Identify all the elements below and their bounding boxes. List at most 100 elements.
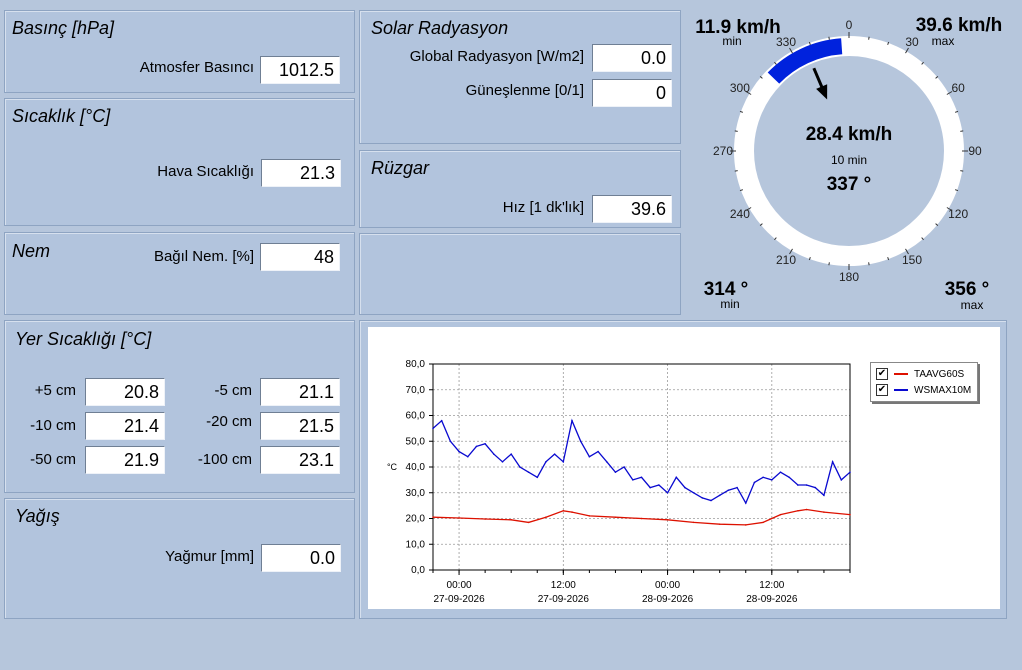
data-point: [814, 486, 817, 489]
soil-value-m20: 21.5: [260, 412, 340, 440]
soil-label-m5: -5 cm: [214, 382, 253, 399]
y-tick-label: 30,0: [406, 488, 426, 499]
data-point: [771, 479, 773, 481]
rain-value: 0.0: [261, 544, 341, 572]
chart-area: 80,0 70,0 60,0 50,0 40,0 30,0 20,0 10,0 0,0 °C 00:…: [368, 327, 1000, 609]
data-point: [458, 517, 460, 519]
wind-direction-gauge: 030609012015018021024027030033028.4 km/h…: [695, 15, 1003, 312]
data-point: [692, 521, 695, 524]
data-point: [519, 466, 521, 468]
data-point: [718, 494, 721, 497]
x-tick-label: 00:00: [655, 580, 680, 591]
data-point: [701, 497, 704, 499]
direction-range-arc: [767, 38, 843, 84]
center-speed: 28.4 km/h: [806, 124, 893, 145]
rain-panel: Yağış Yağmur [mm] 0.0: [4, 498, 355, 619]
data-point: [744, 502, 747, 504]
gauge-tick: [734, 130, 738, 132]
data-point: [779, 471, 782, 473]
soil-title: Yer Sıcaklığı [°C]: [15, 329, 152, 349]
data-point: [432, 516, 434, 519]
series-line-taavg60s: [432, 508, 851, 526]
soil-label-5: +5 cm: [34, 382, 76, 399]
data-point: [605, 461, 608, 463]
data-point: [823, 494, 825, 497]
x-tick-date: 28-09-2026: [746, 594, 798, 605]
data-point: [545, 516, 547, 519]
soil-label-m20: -20 cm: [206, 413, 252, 430]
speed-max: 39.6 km/h: [916, 15, 1003, 36]
data-point: [797, 509, 799, 512]
y-tick-label: 70,0: [406, 385, 426, 396]
speed-max-label: max: [932, 34, 955, 48]
legend-item-wsmax10m[interactable]: ✔ WSMAX10M: [876, 383, 971, 397]
direction-max-label: max: [961, 298, 984, 312]
data-point: [640, 476, 643, 479]
gauge-tick-label: 270: [713, 144, 733, 158]
data-point: [805, 508, 808, 511]
empty-panel: [359, 233, 681, 315]
avg-period-label: 10 min: [831, 153, 867, 167]
data-point: [718, 523, 721, 525]
legend-swatch: [894, 389, 908, 391]
legend-checkbox-icon[interactable]: ✔: [876, 368, 888, 380]
humidity-panel: Nem Bağıl Nem. [%] 48: [4, 232, 355, 315]
data-point: [684, 486, 686, 489]
data-point: [779, 513, 782, 516]
gauge-tick: [868, 36, 870, 40]
soil-value-5: 20.8: [85, 378, 165, 406]
data-point: [571, 511, 573, 513]
gauge-tick-label: 240: [730, 207, 750, 221]
solar-title: Solar Radyasyon: [371, 18, 509, 38]
data-point: [588, 455, 591, 458]
gauge-tick-label: 300: [730, 81, 750, 95]
soil-value-m10: 21.4: [85, 412, 165, 440]
x-tick-label: 12:00: [759, 580, 784, 591]
legend-checkbox-icon[interactable]: ✔: [876, 384, 888, 396]
soil-value-m100: 23.1: [260, 446, 340, 474]
y-tick-label: 20,0: [406, 514, 426, 525]
gauge-tick-label: 210: [776, 253, 796, 267]
y-tick-label: 40,0: [406, 462, 426, 473]
rain-label: Yağmur [mm]: [165, 548, 254, 565]
data-point: [579, 440, 582, 443]
wind-panel: Rüzgar Hız [1 dk'lık] 39.6: [359, 150, 681, 228]
data-point: [623, 466, 625, 468]
data-point: [440, 419, 443, 422]
data-point: [571, 419, 573, 422]
wind-speed-value: 39.6: [592, 195, 672, 223]
legend-swatch: [894, 373, 908, 375]
y-tick-label: 0,0: [411, 565, 425, 576]
data-point: [849, 513, 851, 516]
pressure-value: 1012.5: [260, 56, 340, 84]
temperature-title: Sıcaklık [°C]: [12, 106, 111, 126]
data-point: [449, 440, 452, 443]
data-point: [632, 479, 634, 481]
legend-item-taavg60s[interactable]: ✔ TAAVG60S: [876, 367, 964, 381]
x-tick-date: 28-09-2026: [642, 594, 694, 605]
sunshine-label: Güneşlenme [0/1]: [465, 82, 584, 99]
data-point: [588, 515, 591, 517]
data-point: [727, 489, 730, 491]
center-direction: 337 °: [827, 174, 872, 195]
data-point: [527, 521, 530, 524]
gauge-tick-label: 120: [948, 207, 968, 221]
x-tick-date: 27-09-2026: [433, 594, 485, 605]
data-point: [545, 461, 547, 463]
gauge-tick: [868, 262, 870, 266]
data-point: [649, 486, 651, 489]
temperature-value: 21.3: [261, 159, 341, 187]
x-tick-date: 27-09-2026: [538, 594, 590, 605]
data-point: [736, 486, 738, 489]
gauge-tick-label: 30: [905, 35, 919, 49]
humidity-title: Nem: [12, 241, 51, 261]
data-point: [658, 484, 660, 486]
data-point: [597, 450, 599, 453]
data-point: [432, 427, 434, 430]
gauge-tick-label: 0: [846, 18, 853, 32]
wind-title: Rüzgar: [371, 158, 430, 178]
data-point: [493, 453, 495, 455]
data-point: [553, 453, 556, 455]
y-tick-label: 50,0: [406, 436, 426, 447]
data-point: [675, 476, 678, 479]
